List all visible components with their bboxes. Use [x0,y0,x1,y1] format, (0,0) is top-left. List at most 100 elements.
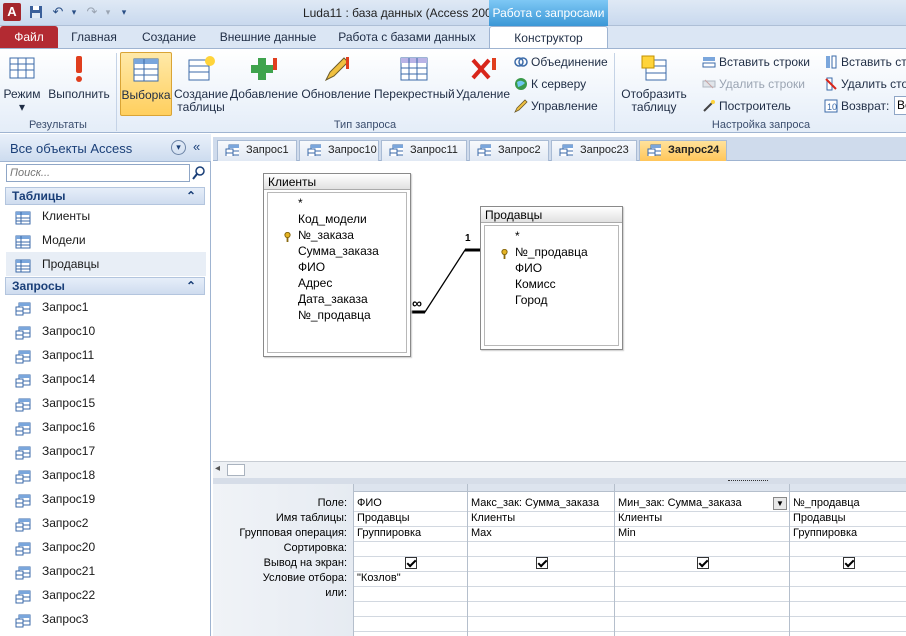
document-tab[interactable]: Запрос2 [469,140,549,161]
tab-create[interactable]: Создание [134,26,204,48]
table-field[interactable]: №_заказа [268,227,354,243]
insert-columns-button[interactable]: Вставить сто [824,53,906,71]
grid-total-cell[interactable]: Max [471,526,492,541]
tab-file[interactable]: Файл [0,26,58,48]
grid-field-cell[interactable]: Макс_зак: Сумма_заказа [471,496,599,511]
grid-total-cell[interactable]: Группировка [357,526,421,541]
nav-table-item[interactable]: Продавцы [6,252,206,276]
nav-query-item[interactable]: Запрос15 [6,391,206,415]
nav-query-item[interactable]: Запрос11 [6,343,206,367]
grid-total-cell[interactable]: Min [618,526,636,541]
grid-table-cell[interactable]: Продавцы [357,511,410,526]
document-tab[interactable]: Запрос1 [217,140,297,161]
grid-column[interactable]: ФИО Продавцы Группировка "Козлов" [353,484,467,636]
table-field[interactable]: ФИО [268,259,325,275]
show-table-button[interactable]: Отобразить таблицу [618,52,690,116]
grid-table-cell[interactable]: Продавцы [793,511,846,526]
select-query-button[interactable]: Выборка [120,52,172,116]
nav-query-item[interactable]: Запрос14 [6,367,206,391]
tab-external-data[interactable]: Внешние данные [212,26,324,48]
table-field[interactable]: №_продавца [268,307,371,323]
union-query-button[interactable]: Объединение [514,53,608,71]
grid-total-cell[interactable]: Группировка [793,526,857,541]
grid-field-cell[interactable]: ФИО [357,496,382,511]
make-table-query-button[interactable]: Создание таблицы [174,52,228,116]
collapse-section-icon[interactable]: ⌃ [186,278,196,294]
nav-search-input[interactable] [6,164,190,182]
nav-pane-header[interactable]: Все объекты Access ▾ « [0,134,211,162]
show-checkbox[interactable] [536,557,548,569]
grid-column[interactable]: Мин_зак: Сумма_заказа Клиенты Min ▼ [614,484,789,636]
grid-column[interactable]: Макс_зак: Сумма_заказа Клиенты Max [467,484,614,636]
grid-table-cell[interactable]: Клиенты [618,511,662,526]
nav-query-item[interactable]: Запрос16 [6,415,206,439]
builder-button[interactable]: Построитель [702,97,791,115]
view-mode-button[interactable]: Режим ▾ [2,52,42,116]
scroll-left-icon[interactable]: ◂ [215,463,220,474]
nav-query-item[interactable]: Запрос17 [6,439,206,463]
nav-section-tables[interactable]: Таблицы ⌃ [5,187,205,205]
update-query-button[interactable]: Обновление [300,52,372,116]
table-field[interactable]: Дата_заказа [268,291,368,307]
table-field[interactable]: №_продавца [485,244,588,260]
nav-query-item[interactable]: Запрос10 [6,319,206,343]
grid-field-cell[interactable]: Мин_зак: Сумма_заказа [618,496,742,511]
nav-query-item[interactable]: Запрос3 [6,607,206,631]
show-checkbox[interactable] [697,557,709,569]
show-checkbox[interactable] [843,557,855,569]
collapse-pane-icon[interactable]: « [193,139,200,154]
tab-database-tools[interactable]: Работа с базами данных [332,26,482,48]
nav-query-item[interactable]: Запрос21 [6,559,206,583]
grid-column[interactable]: №_продавца Продавцы Группировка [789,484,906,636]
nav-table-item[interactable]: Модели [6,228,206,252]
nav-section-queries[interactable]: Запросы ⌃ [5,277,205,295]
crosstab-query-button[interactable]: Перекрестный [374,52,455,116]
table-field[interactable]: Код_модели [268,211,367,227]
append-query-button[interactable]: Добавление [230,52,298,116]
column-selector[interactable] [615,484,789,492]
pass-through-query-button[interactable]: К серверу [514,75,586,93]
document-tab[interactable]: Запрос11 [381,140,467,161]
table-box-clients[interactable]: Клиенты * Код_модели №_заказа Сумма_заказа Ф… [263,173,411,357]
nav-query-item[interactable]: Запрос18 [6,463,206,487]
column-selector[interactable] [790,484,906,492]
search-icon[interactable] [191,165,207,184]
nav-query-item[interactable]: Запрос1 [6,295,206,319]
delete-query-button[interactable]: Удаление [456,52,510,116]
field-dropdown-button[interactable]: ▼ [773,497,787,510]
data-definition-query-button[interactable]: Управление [514,97,598,115]
nav-query-item[interactable]: Запрос20 [6,535,206,559]
return-values-select[interactable]: Вс [894,96,906,115]
nav-query-item[interactable]: Запрос22 [6,583,206,607]
table-field[interactable]: Комисс [485,276,556,292]
nav-query-item[interactable]: Запрос2 [6,511,206,535]
grid-field-cell[interactable]: №_продавца [793,496,860,511]
nav-query-item[interactable]: Запрос19 [6,487,206,511]
table-field[interactable]: Город [485,292,547,308]
delete-columns-button[interactable]: Удалить сто [824,75,906,93]
scrollbar-thumb[interactable] [227,464,245,476]
grid-table-cell[interactable]: Клиенты [471,511,515,526]
table-field[interactable]: ФИО [485,260,542,276]
insert-rows-button[interactable]: Вставить строки [702,53,810,71]
column-selector[interactable] [354,484,467,492]
document-tab[interactable]: Запрос23 [551,140,637,161]
grid-criteria-cell[interactable]: "Козлов" [357,571,401,586]
table-field[interactable]: Сумма_заказа [268,243,379,259]
run-button[interactable]: Выполнить [46,52,112,116]
delete-rows-button[interactable]: Удалить строки [702,75,805,93]
chevron-down-icon[interactable]: ▾ [171,140,186,155]
table-field[interactable]: * [485,228,520,244]
diagram-horizontal-scrollbar[interactable]: ◂ [213,461,906,478]
document-tab[interactable]: Запрос10 [299,140,379,161]
tab-design[interactable]: Конструктор [489,26,608,48]
tab-home[interactable]: Главная [64,26,124,48]
table-field[interactable]: Адрес [268,275,332,291]
collapse-section-icon[interactable]: ⌃ [186,188,196,204]
document-tab[interactable]: Запрос24 [639,140,727,161]
table-field[interactable]: * [268,195,303,211]
column-selector[interactable] [468,484,614,492]
nav-table-item[interactable]: Клиенты [6,204,206,228]
show-checkbox[interactable] [405,557,417,569]
table-box-sellers[interactable]: Продавцы * №_продавца ФИО Комисс Город [480,206,623,350]
